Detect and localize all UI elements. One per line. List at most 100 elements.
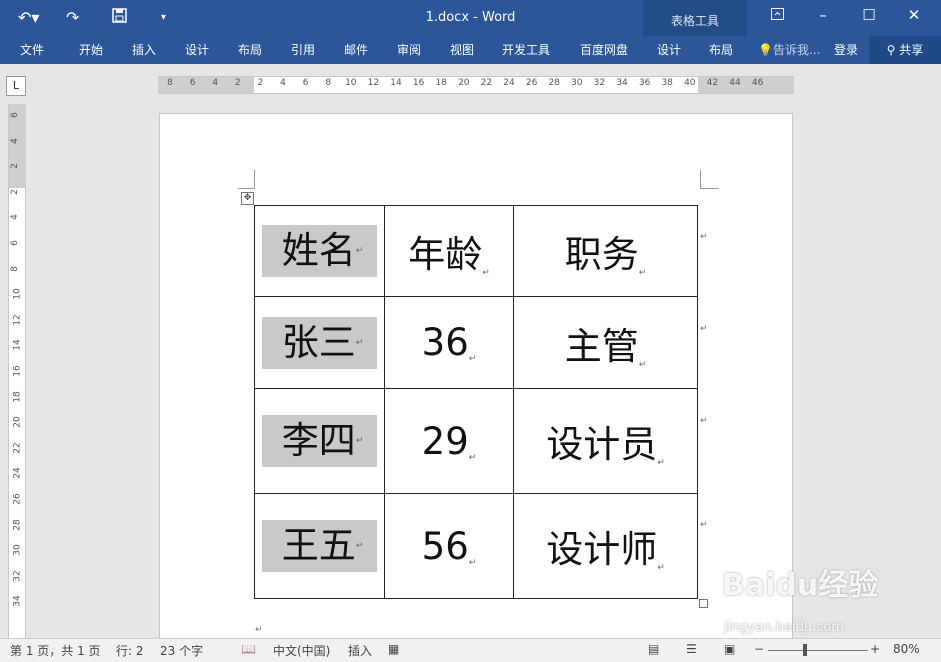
zoom-out-button[interactable]: − (754, 642, 764, 656)
ruler-number: 6 (9, 112, 20, 118)
tab-design[interactable]: 设计 (185, 41, 209, 58)
ruler-number: 44 (729, 78, 741, 88)
ruler-number: 2 (9, 188, 20, 195)
table-row: 姓名↵ 年龄↵ 职务↵ (254, 205, 698, 297)
tab-insert[interactable]: 插入 (132, 41, 156, 58)
ruler-number: 4 (9, 137, 20, 144)
tab-layout[interactable]: 布局 (238, 41, 262, 58)
table-cell[interactable]: 年龄↵ (384, 205, 514, 297)
table-row: 李四↵ 29↵ 设计员↵ (254, 388, 698, 494)
ruler-number: 6 (302, 78, 309, 88)
cell-text: 职务 (564, 233, 639, 276)
cell-text: 年龄 (408, 233, 483, 276)
table-row: 张三↵ 36↵ 主管↵ (254, 296, 698, 389)
minimize-button[interactable]: – (808, 6, 838, 24)
table-cell[interactable]: 36↵ (384, 296, 514, 389)
end-of-row-mark: ↵ (700, 520, 708, 530)
crop-mark-top-left (238, 170, 255, 189)
ruler-number: 2 (257, 78, 264, 88)
table-resize-handle[interactable] (699, 599, 708, 608)
tab-baidu-netdisk[interactable]: 百度网盘 (580, 41, 628, 58)
tab-home[interactable]: 开始 (79, 41, 103, 58)
login-link[interactable]: 登录 (834, 41, 858, 58)
ribbon-tabs: 文件 开始 插入 设计 布局 引用 邮件 审阅 视图 开发工具 百度网盘 设计 … (0, 36, 941, 64)
ruler-number: 12 (12, 314, 23, 326)
table-cell[interactable]: 设计师↵ (513, 493, 698, 599)
ruler-number: 14 (12, 339, 23, 352)
table-cell[interactable]: 29↵ (384, 388, 514, 494)
language-indicator[interactable]: 中文(中国) (273, 642, 330, 659)
close-button[interactable]: ✕ (899, 6, 929, 24)
baidu-watermark-url: jingyan.baidu.com (724, 620, 844, 635)
line-number[interactable]: 行: 2 (116, 642, 144, 659)
tab-references[interactable]: 引用 (291, 41, 315, 58)
zoom-slider[interactable] (768, 650, 868, 651)
highlighted-text: 李四↵ (261, 415, 378, 467)
crop-mark-top-right (700, 170, 719, 189)
zoom-in-button[interactable]: + (870, 642, 880, 656)
table-cell[interactable]: 主管↵ (513, 296, 698, 389)
zoom-slider-thumb[interactable] (803, 644, 807, 656)
ruler-number: 24 (12, 467, 23, 480)
vertical-ruler[interactable]: 6 4 2 2 4 6 8 10 12 14 16 18 20 22 24 26 28 30 32 34 (8, 104, 26, 638)
tab-mailings[interactable]: 邮件 (344, 41, 368, 58)
print-layout-icon[interactable]: ☰ (686, 642, 697, 656)
ruler-number: 6 (189, 78, 196, 88)
tab-table-layout[interactable]: 布局 (709, 41, 733, 58)
table-cell[interactable]: 姓名↵ (254, 205, 385, 297)
web-layout-icon[interactable]: ▣ (724, 642, 735, 656)
document-table[interactable]: 姓名↵ 年龄↵ 职务↵ 张三↵ 36↵ 主管↵ 李四↵ 29↵ 设计员↵ 王五↵… (254, 205, 698, 599)
ruler-number: 12 (367, 78, 380, 88)
ruler-number: 22 (12, 442, 23, 454)
ruler-number: 42 (706, 78, 719, 88)
cell-text: 主管 (564, 324, 639, 368)
ruler-number: 6 (9, 240, 20, 246)
ruler-number: 16 (12, 365, 23, 377)
tab-selector[interactable]: L (6, 76, 26, 96)
table-move-handle[interactable]: ✥ (241, 192, 254, 205)
tab-review[interactable]: 审阅 (397, 41, 421, 58)
table-cell[interactable]: 王五↵ (254, 493, 385, 599)
cell-text: 设计师 (546, 528, 658, 571)
highlighted-text: 王五↵ (261, 520, 378, 572)
table-cell[interactable]: 56↵ (384, 493, 514, 599)
ruler-number: 2 (9, 163, 20, 170)
zoom-level[interactable]: 80% (893, 642, 920, 656)
word-count[interactable]: 23 个字 (160, 642, 203, 659)
tab-file[interactable]: 文件 (20, 41, 44, 58)
cell-text: 设计员 (546, 423, 658, 466)
table-cell[interactable]: 李四↵ (254, 388, 385, 494)
tell-me-box[interactable]: 💡告诉我... (758, 41, 820, 58)
proofing-icon[interactable]: 📖 (241, 642, 256, 656)
tab-developer[interactable]: 开发工具 (502, 41, 550, 58)
insert-mode[interactable]: 插入 (348, 642, 372, 659)
ruler-number: 16 (412, 78, 425, 88)
ruler-number: 8 (9, 265, 20, 272)
ruler-number: 30 (571, 78, 583, 88)
ruler-number: 20 (12, 416, 23, 428)
title-bar: ↶▾ ↷ ▾ 1.docx - Word 表格工具 – ☐ ✕ (0, 0, 941, 64)
ruler-number: 8 (325, 78, 332, 88)
ruler-number: 32 (593, 78, 606, 88)
maximize-button[interactable]: ☐ (854, 6, 884, 24)
cell-text: 36 (421, 321, 469, 364)
end-of-row-mark: ↵ (700, 232, 708, 242)
table-cell[interactable]: 张三↵ (254, 296, 385, 389)
ribbon-display-icon[interactable] (762, 6, 792, 24)
ruler-number: 10 (12, 288, 23, 300)
end-of-row-mark: ↵ (700, 324, 708, 334)
table-cell[interactable]: 职务↵ (513, 205, 698, 297)
ruler-number: 24 (503, 78, 515, 88)
page-count[interactable]: 第 1 页，共 1 页 (10, 642, 101, 659)
ruler-number: 34 (616, 78, 628, 88)
share-button[interactable]: ⚲ 共享 (869, 36, 941, 64)
highlighted-text: 张三↵ (261, 316, 378, 369)
tab-view[interactable]: 视图 (450, 41, 474, 58)
read-mode-icon[interactable]: ▤ (648, 642, 659, 656)
tab-table-design[interactable]: 设计 (657, 41, 681, 58)
ruler-number: 34 (12, 595, 23, 608)
horizontal-ruler[interactable]: 8 6 4 2 2 4 6 8 10 12 14 16 18 20 22 24 26 28 30 32 34 36 38 40… (158, 76, 794, 94)
macro-record-icon[interactable]: ▦ (388, 642, 399, 656)
ruler-number: 4 (212, 78, 219, 88)
table-cell[interactable]: 设计员↵ (513, 388, 698, 494)
